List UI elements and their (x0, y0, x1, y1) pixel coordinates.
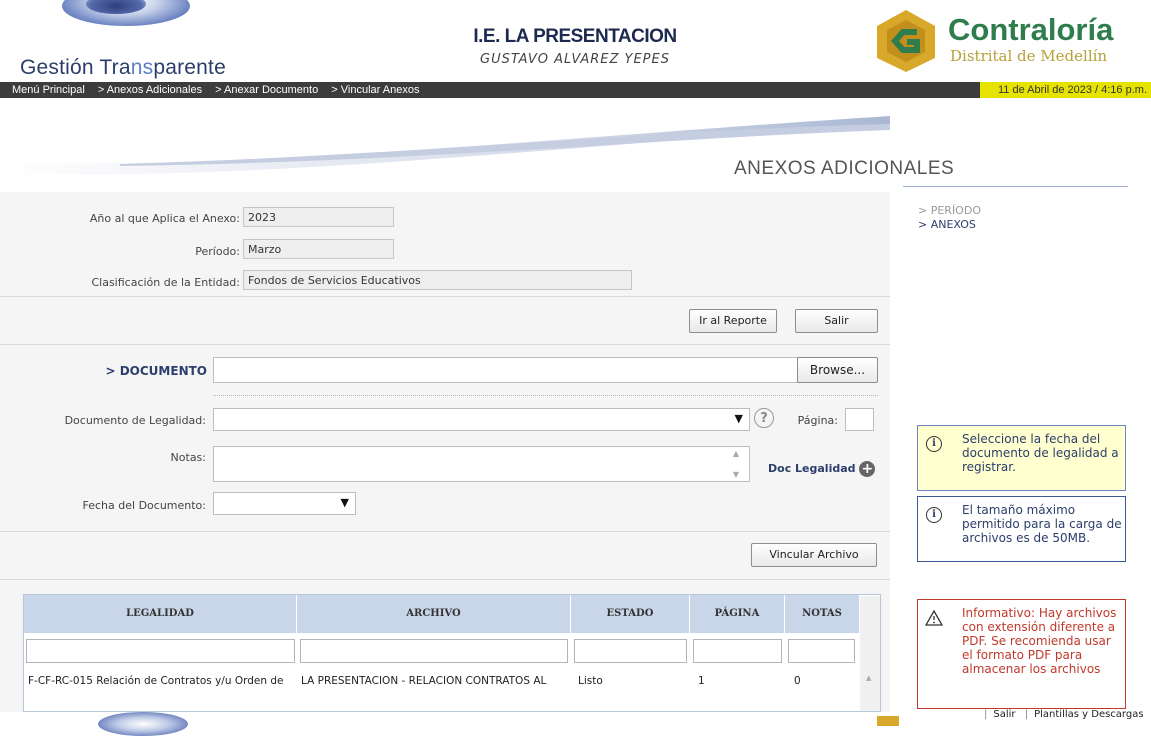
divider (0, 296, 890, 297)
date-hint-box: i Seleccione la fecha del documento de l… (917, 425, 1126, 491)
classification-field: Fondos de Servicios Educativos (243, 270, 632, 290)
steps-list: > PERÍODO > ANEXOS (918, 204, 981, 232)
org-name: Contraloría (948, 12, 1114, 47)
notes-label: Notas: (170, 451, 206, 464)
step-anexos[interactable]: > ANEXOS (918, 218, 981, 232)
scroll-up-icon: ▲ (866, 674, 872, 682)
date-hint-text: Seleccione la fecha del documento de leg… (962, 432, 1119, 474)
year-label: Año al que Aplica el Anexo: (89, 212, 240, 225)
institution-name: I.E. LA PRESENTACION (473, 26, 677, 47)
filter-input[interactable] (574, 639, 687, 663)
document-label: > DOCUMENTO (105, 364, 207, 378)
brand-name: Gestión Transparente (20, 56, 226, 79)
filter-input[interactable] (26, 639, 295, 663)
cell-pagina: 1 (698, 675, 705, 687)
doc-legalidad-link[interactable]: Doc Legalidad + (768, 461, 876, 477)
exit-button[interactable]: Salir (795, 309, 878, 333)
filter-input[interactable] (788, 639, 855, 663)
info-icon: i (926, 436, 942, 452)
globe-logo-icon (98, 712, 188, 736)
table-scrollbar[interactable]: ▲ (860, 596, 880, 711)
scroll-down-icon: ▼ (732, 470, 739, 479)
contraloria-logo-icon (877, 10, 935, 72)
divider (903, 186, 1128, 187)
org-subtitle: Distrital de Medellín (950, 47, 1108, 65)
chevron-down-icon: ▼ (340, 496, 349, 509)
period-field: Marzo (243, 239, 394, 259)
report-button[interactable]: Ir al Reporte (689, 309, 777, 333)
chevron-down-icon: ▼ (734, 412, 743, 425)
page-title: ANEXOS ADICIONALES (734, 158, 955, 179)
date-select[interactable]: ▼ (213, 492, 356, 515)
scroll-up-icon: ▲ (732, 449, 739, 458)
nav-item-anexos[interactable]: > Anexos Adicionales (98, 84, 202, 96)
help-icon[interactable]: ? (754, 408, 774, 428)
nav-item-anexar[interactable]: > Anexar Documento (215, 84, 318, 96)
legal-doc-select[interactable]: ▼ (213, 408, 750, 431)
rector-name: GUSTAVO ALVAREZ YEPES (480, 52, 670, 67)
date-label: Fecha del Documento: (82, 499, 206, 512)
filter-input[interactable] (693, 639, 782, 663)
nav-item-vincular[interactable]: > Vincular Anexos (331, 84, 419, 96)
classification-label: Clasificación de la Entidad: (91, 276, 240, 289)
year-field: 2023 (243, 207, 394, 227)
date-display: 11 de Abril de 2023 / 4:16 p.m. (980, 82, 1151, 98)
pdf-warning-box: Informativo: Hay archivos con extensión … (917, 599, 1126, 709)
divider (0, 531, 890, 532)
column-header[interactable]: NOTAS (785, 595, 859, 633)
cell-archivo: LA PRESENTACION - RELACION CONTRATOS AL (301, 675, 547, 687)
column-header[interactable]: ESTADO (571, 595, 690, 633)
column-header[interactable]: PÁGINA (690, 595, 785, 633)
footer-templates-link[interactable]: Plantillas y Descargas (1034, 709, 1143, 720)
warning-icon (925, 610, 943, 626)
footer-exit-link[interactable]: Salir (993, 709, 1015, 720)
nav-item-menu[interactable]: Menú Principal (12, 84, 85, 96)
contraloria-logo-icon (877, 716, 899, 726)
cell-notas: 0 (794, 675, 801, 687)
pdf-warning-text: Informativo: Hay archivos con extensión … (962, 606, 1117, 676)
link-file-button[interactable]: Vincular Archivo (751, 543, 877, 567)
footer-links: | Salir | Plantillas y Descargas (984, 709, 1144, 720)
cell-estado: Listo (578, 675, 603, 687)
divider (0, 344, 890, 345)
column-header[interactable]: ARCHIVO (297, 595, 571, 633)
document-file-input[interactable] (213, 357, 799, 383)
size-hint-box: i El tamaño máximo permitido para la car… (917, 496, 1126, 562)
notes-textarea[interactable]: ▲ ▼ (213, 446, 750, 482)
page-input[interactable] (845, 408, 874, 431)
add-circle-icon: + (859, 461, 876, 477)
info-icon: i (926, 507, 942, 523)
period-label: Período: (195, 245, 240, 258)
browse-button[interactable]: Browse... (797, 357, 878, 383)
breadcrumb: Menú Principal > Anexos Adicionales > An… (12, 84, 429, 96)
filter-input[interactable] (300, 639, 568, 663)
cell-legalidad: F-CF-RC-015 Relación de Contratos y/u Or… (28, 675, 284, 687)
page-label: Página: (797, 414, 838, 427)
legal-doc-label: Documento de Legalidad: (64, 414, 206, 427)
column-header[interactable]: LEGALIDAD (24, 595, 297, 633)
size-hint-text: El tamaño máximo permitido para la carga… (962, 503, 1122, 545)
divider (0, 579, 890, 580)
step-periodo[interactable]: > PERÍODO (918, 204, 981, 218)
divider (213, 395, 878, 396)
